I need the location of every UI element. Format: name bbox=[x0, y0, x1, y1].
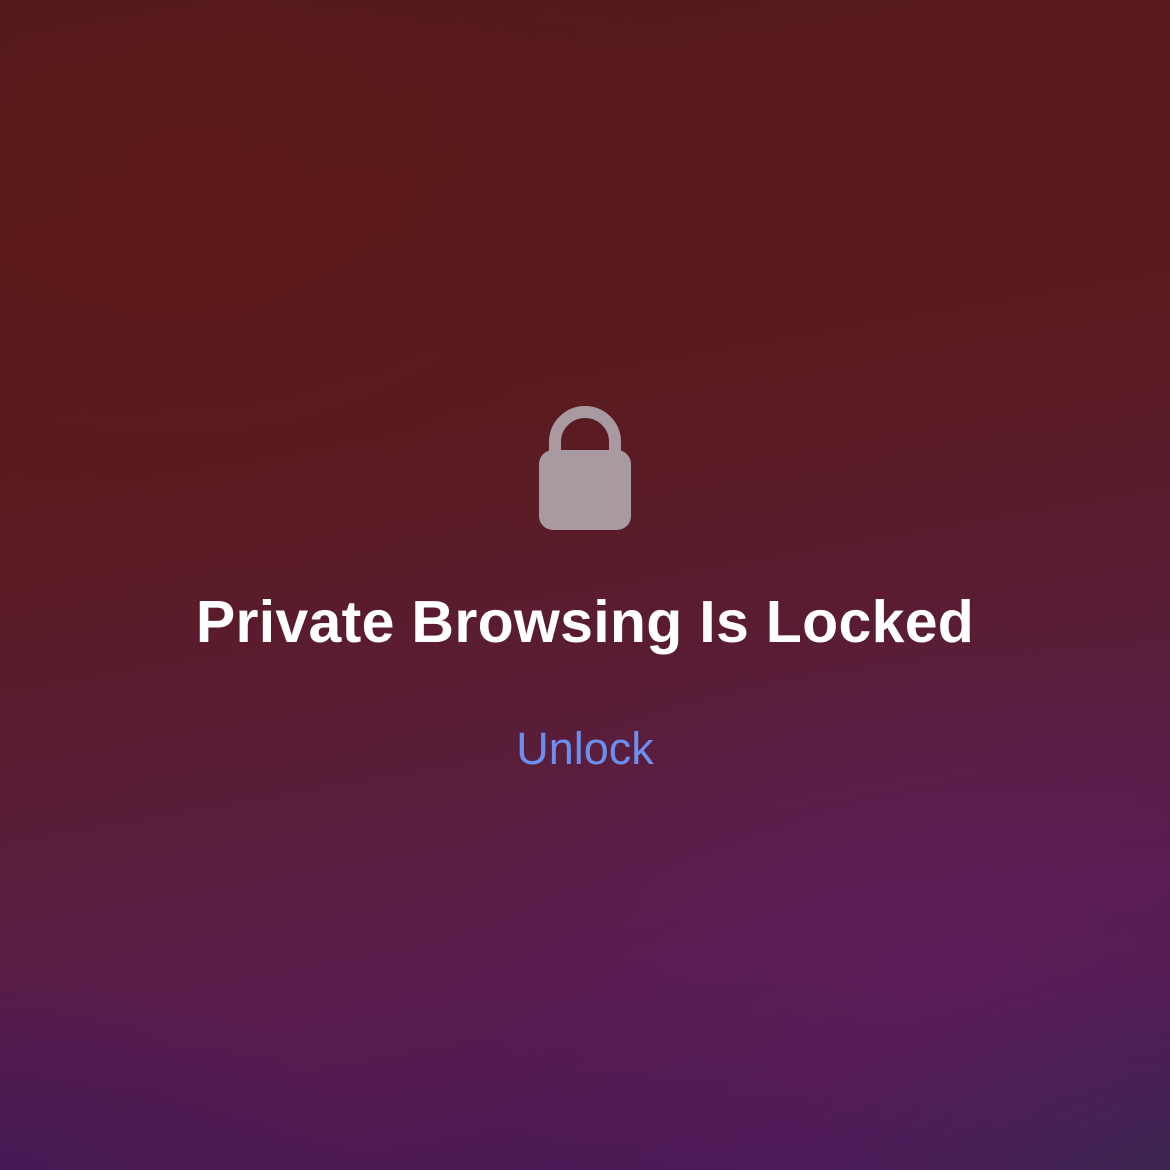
lock-icon bbox=[539, 406, 631, 530]
private-browsing-lock-screen: Private Browsing Is Locked Unlock bbox=[0, 0, 1170, 1170]
page-title: Private Browsing Is Locked bbox=[195, 589, 975, 655]
unlock-button[interactable]: Unlock bbox=[485, 716, 685, 782]
